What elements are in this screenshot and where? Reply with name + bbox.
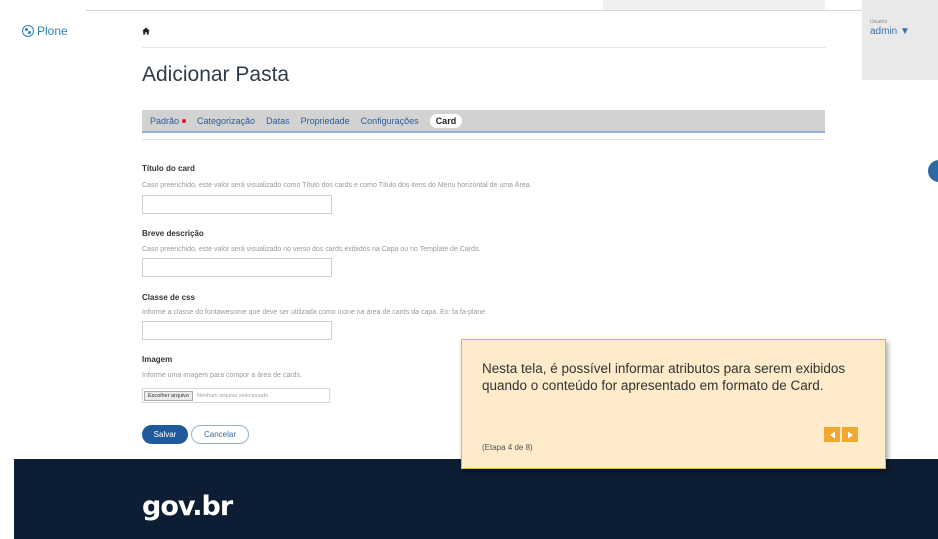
user-name[interactable]: admin ▼: [870, 26, 910, 37]
user-caption: Usuário: [870, 19, 888, 25]
form-tabs: Padrão Categorização Datas Propriedade C…: [142, 110, 825, 133]
home-icon[interactable]: [142, 27, 150, 35]
file-status: Nenhum arquivo selecionado: [196, 392, 269, 399]
choose-file-button[interactable]: Escolher arquivo: [144, 390, 193, 401]
short-description-label: Breve descrição: [142, 229, 204, 238]
short-description-help: Caso preenchido, este valor será visuali…: [142, 246, 481, 253]
tab-propriedade[interactable]: Propriedade: [301, 116, 350, 126]
image-file-input[interactable]: Escolher arquivo Nenhum arquivo selecion…: [142, 388, 330, 403]
plone-logo-icon: [22, 25, 34, 37]
floating-help-icon[interactable]: [928, 160, 938, 182]
tab-datas[interactable]: Datas: [266, 116, 290, 126]
triangle-right-icon: [847, 431, 853, 438]
plone-logo-text: Plone: [37, 24, 68, 38]
page-title: Adicionar Pasta: [142, 63, 290, 86]
image-label: Imagem: [142, 355, 173, 364]
card-title-input[interactable]: [142, 195, 332, 214]
tab-categorizacao[interactable]: Categorização: [197, 116, 255, 126]
tour-text: Nesta tela, é possível informar atributo…: [482, 361, 846, 393]
short-description-input[interactable]: [142, 258, 332, 277]
breadcrumb-divider: [142, 47, 826, 48]
cancel-button[interactable]: Cancelar: [191, 425, 249, 444]
css-class-input[interactable]: [142, 321, 332, 340]
tab-padrao-label: Padrão: [150, 115, 180, 126]
footer: gov.br: [14, 459, 938, 539]
topbar-divider: [86, 10, 862, 11]
tab-configuracoes[interactable]: Configurações: [361, 116, 419, 126]
plone-logo[interactable]: Plone: [22, 24, 68, 38]
section-divider: [142, 139, 825, 140]
css-class-help: Informe a classe do fontawesome que deve…: [142, 309, 486, 316]
user-menu[interactable]: Usuário admin ▼: [862, 0, 938, 80]
required-indicator: [182, 119, 187, 124]
card-title-label: Título do card: [142, 164, 195, 173]
css-class-label: Classe de css: [142, 293, 195, 302]
tour-prev-button[interactable]: [824, 427, 840, 442]
tab-padrao[interactable]: Padrão: [150, 115, 187, 126]
triangle-left-icon: [829, 431, 835, 438]
tour-nav: [824, 427, 858, 442]
image-help: Informe uma imagem para compor a área de…: [142, 372, 302, 379]
tour-next-button[interactable]: [842, 427, 858, 442]
card-title-help: Caso preenchido, este valor será visuali…: [142, 182, 532, 189]
govbr-logo[interactable]: gov.br: [142, 491, 233, 522]
tour-step: (Etapa 4 de 8): [482, 443, 533, 452]
save-button[interactable]: Salvar: [142, 425, 188, 444]
tab-card[interactable]: Card: [429, 113, 463, 128]
tour-tooltip: Nesta tela, é possível informar atributo…: [461, 339, 886, 469]
